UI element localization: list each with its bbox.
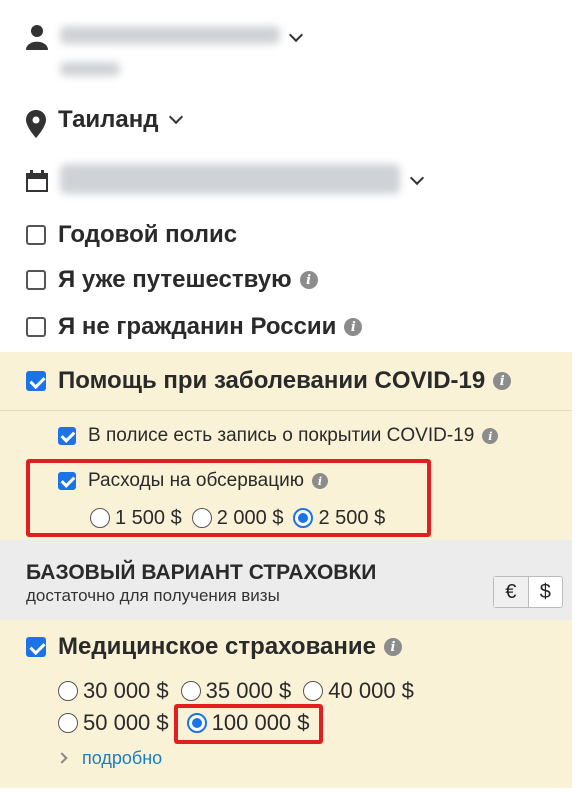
already-travelling-label: Я уже путешествую — [58, 266, 292, 293]
info-icon[interactable]: i — [344, 318, 363, 336]
destination-select[interactable]: Таиланд — [58, 104, 183, 136]
highlight-box — [26, 459, 431, 537]
chevron-down-icon — [168, 109, 183, 125]
currency-toggle: € $ — [493, 576, 563, 608]
covid-record-label: В полисе есть запись о покрытии COVID-19 — [88, 425, 475, 446]
medical-radio-40000[interactable] — [303, 681, 324, 701]
medical-amount-label: 40 000 $ — [328, 678, 414, 703]
not-citizen-option[interactable]: Я не гражданин России i — [26, 312, 363, 342]
already-travelling-checkbox[interactable] — [26, 270, 46, 290]
divider — [0, 410, 572, 411]
medical-radio-35000[interactable] — [180, 681, 201, 701]
covid-record-checkbox[interactable] — [58, 427, 76, 445]
person-icon — [26, 25, 48, 50]
location-pin-icon — [26, 110, 46, 138]
traveller-name[interactable] — [60, 26, 280, 44]
traveller-details — [60, 62, 120, 76]
annual-policy-checkbox[interactable] — [26, 225, 46, 245]
not-citizen-checkbox[interactable] — [26, 317, 46, 337]
medical-radio-30000[interactable] — [58, 681, 78, 701]
calendar-icon — [26, 170, 48, 192]
info-icon[interactable]: i — [299, 271, 318, 289]
medical-option[interactable]: Медицинское страхование i — [26, 632, 402, 662]
covid-title: Помощь при заболевании COVID-19 — [58, 367, 486, 394]
base-variant-subtitle: достаточно для получения визы — [26, 586, 280, 605]
info-icon[interactable]: i — [383, 638, 402, 656]
highlight-box — [174, 704, 323, 744]
medical-amount-label: 50 000 $ — [83, 710, 169, 735]
covid-option[interactable]: Помощь при заболевании COVID-19 i — [26, 366, 512, 396]
medical-title: Медицинское страхование — [58, 633, 376, 660]
dates-chevron-down-icon[interactable] — [409, 170, 425, 186]
annual-policy-option[interactable]: Годовой полис — [26, 220, 237, 250]
medical-amount-label: 30 000 $ — [83, 678, 169, 703]
covid-checkbox[interactable] — [26, 371, 46, 391]
currency-eur-button[interactable]: € — [494, 577, 529, 607]
info-icon[interactable]: i — [482, 428, 499, 444]
more-details-label: подробно — [82, 747, 163, 768]
base-variant-title: БАЗОВЫЙ ВАРИАНТ СТРАХОВКИ — [26, 561, 377, 584]
currency-usd-button[interactable]: $ — [529, 577, 563, 607]
annual-policy-label: Годовой полис — [58, 221, 238, 248]
info-icon[interactable]: i — [493, 372, 512, 390]
covid-record-option[interactable]: В полисе есть запись о покрытии COVID-19… — [58, 423, 499, 449]
chevron-right-icon — [56, 752, 68, 764]
medical-radio-50000[interactable] — [58, 713, 78, 733]
already-travelling-option[interactable]: Я уже путешествую i — [26, 265, 318, 295]
medical-checkbox[interactable] — [26, 637, 46, 657]
medical-amounts-row1: 30 000 $ 35 000 $ 40 000 $ — [58, 677, 424, 705]
medical-amount-label: 35 000 $ — [205, 678, 292, 703]
traveller-chevron-down-icon[interactable] — [288, 27, 304, 43]
travel-dates[interactable] — [60, 164, 400, 194]
more-details-link[interactable]: подробно — [56, 746, 163, 770]
not-citizen-label: Я не гражданин России — [58, 313, 337, 340]
destination-country: Таиланд — [58, 106, 159, 133]
